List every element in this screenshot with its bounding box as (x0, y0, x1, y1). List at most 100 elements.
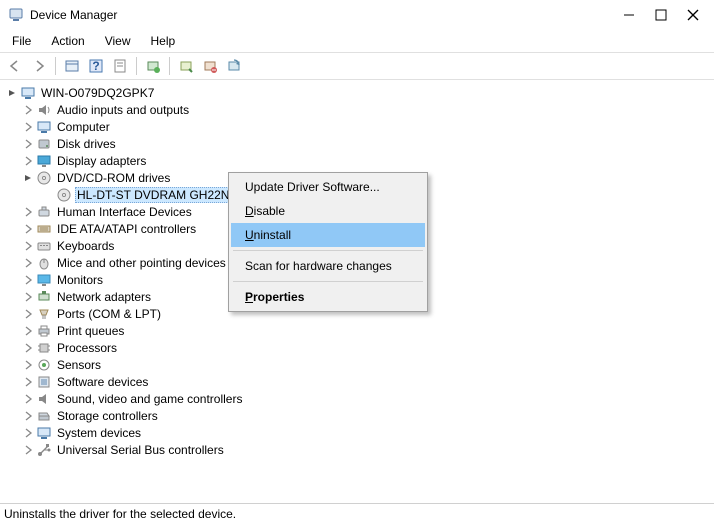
expand-icon[interactable] (20, 136, 36, 152)
tree-node-computer[interactable]: Computer (4, 118, 714, 135)
tree-node-audio[interactable]: Audio inputs and outputs (4, 101, 714, 118)
window-title: Device Manager (30, 8, 622, 22)
tree-label: Sensors (55, 358, 103, 372)
collapse-icon[interactable] (4, 85, 20, 101)
expand-icon[interactable] (20, 408, 36, 424)
printer-icon (36, 323, 52, 339)
status-text: Uninstalls the driver for the selected d… (4, 507, 236, 521)
tree-label: Print queues (55, 324, 126, 338)
tree-label: DVD/CD-ROM drives (55, 171, 172, 185)
close-button[interactable] (686, 8, 700, 22)
context-scan-hardware[interactable]: Scan for hardware changes (231, 254, 425, 278)
context-update-driver[interactable]: Update Driver Software... (231, 175, 425, 199)
tree-root-label: WIN-O079DQ2GPK7 (39, 86, 156, 100)
tree-label: Keyboards (55, 239, 116, 253)
toolbar-separator (136, 57, 137, 75)
forward-button[interactable] (28, 55, 50, 77)
menu-file[interactable]: File (4, 32, 39, 50)
expand-icon[interactable] (20, 340, 36, 356)
context-separator (233, 250, 423, 251)
menu-view[interactable]: View (97, 32, 139, 50)
monitor-icon (36, 272, 52, 288)
tree-root[interactable]: WIN-O079DQ2GPK7 (4, 84, 714, 101)
context-uninstall[interactable]: Uninstall (231, 223, 425, 247)
tree-label: Monitors (55, 273, 105, 287)
toolbar-separator (169, 57, 170, 75)
expand-icon[interactable] (20, 204, 36, 220)
tree-label: Sound, video and game controllers (55, 392, 244, 406)
tree-label: Human Interface Devices (55, 205, 194, 219)
toolbar-separator (55, 57, 56, 75)
window-controls (622, 8, 706, 22)
titlebar: Device Manager (0, 0, 714, 30)
show-hidden-button[interactable] (61, 55, 83, 77)
expand-icon[interactable] (20, 323, 36, 339)
scan-hardware-button[interactable] (223, 55, 245, 77)
software-icon (36, 374, 52, 390)
update-driver-button[interactable] (142, 55, 164, 77)
tree-node-software[interactable]: Software devices (4, 373, 714, 390)
tree-label: Universal Serial Bus controllers (55, 443, 226, 457)
tree-node-disk[interactable]: Disk drives (4, 135, 714, 152)
tree-node-display[interactable]: Display adapters (4, 152, 714, 169)
expand-icon[interactable] (20, 221, 36, 237)
tree-node-processors[interactable]: Processors (4, 339, 714, 356)
port-icon (36, 306, 52, 322)
mouse-icon (36, 255, 52, 271)
tree-label: Software devices (55, 375, 150, 389)
expand-icon[interactable] (20, 374, 36, 390)
expand-icon[interactable] (20, 272, 36, 288)
help-button[interactable]: ? (85, 55, 107, 77)
tree-label: Computer (55, 120, 112, 134)
maximize-button[interactable] (654, 8, 668, 22)
tree-label: Disk drives (55, 137, 118, 151)
properties-button[interactable] (109, 55, 131, 77)
uninstall-button[interactable] (199, 55, 221, 77)
context-menu: Update Driver Software... Disable Uninst… (228, 172, 428, 312)
expand-icon[interactable] (20, 102, 36, 118)
expand-icon[interactable] (20, 238, 36, 254)
network-icon (36, 289, 52, 305)
expand-icon[interactable] (20, 119, 36, 135)
tree-label: Mice and other pointing devices (55, 256, 228, 270)
processor-icon (36, 340, 52, 356)
tree-label: Storage controllers (55, 409, 160, 423)
ide-icon (36, 221, 52, 237)
computer-icon (20, 85, 36, 101)
tree-label: Display adapters (55, 154, 148, 168)
expand-icon[interactable] (20, 391, 36, 407)
menu-action[interactable]: Action (43, 32, 92, 50)
menu-help[interactable]: Help (143, 32, 184, 50)
toolbar: ? (0, 52, 714, 80)
tree-node-usb[interactable]: Universal Serial Bus controllers (4, 441, 714, 458)
expand-icon[interactable] (20, 357, 36, 373)
minimize-button[interactable] (622, 8, 636, 22)
expand-icon[interactable] (20, 255, 36, 271)
context-properties[interactable]: Properties (231, 285, 425, 309)
tree-node-storage[interactable]: Storage controllers (4, 407, 714, 424)
back-button[interactable] (4, 55, 26, 77)
computer-icon (36, 119, 52, 135)
expand-icon[interactable] (20, 425, 36, 441)
context-disable[interactable]: Disable (231, 199, 425, 223)
collapse-icon[interactable] (20, 170, 36, 186)
tree-label: IDE ATA/ATAPI controllers (55, 222, 198, 236)
tree-node-system[interactable]: System devices (4, 424, 714, 441)
tree-label: HL-DT-ST DVDRAM GH22NS (75, 187, 239, 203)
expand-icon[interactable] (20, 153, 36, 169)
tree-node-sensors[interactable]: Sensors (4, 356, 714, 373)
expand-icon[interactable] (20, 306, 36, 322)
dvd-icon (36, 170, 52, 186)
expand-icon[interactable] (20, 442, 36, 458)
tree-label: Ports (COM & LPT) (55, 307, 163, 321)
tree-label: Processors (55, 341, 119, 355)
enable-button[interactable] (175, 55, 197, 77)
tree-node-sound[interactable]: Sound, video and game controllers (4, 390, 714, 407)
tree-node-printqueues[interactable]: Print queues (4, 322, 714, 339)
tree-label: Network adapters (55, 290, 153, 304)
dvd-icon (56, 187, 72, 203)
expand-icon[interactable] (20, 289, 36, 305)
menubar: File Action View Help (0, 30, 714, 52)
storage-icon (36, 408, 52, 424)
device-manager-icon (8, 7, 24, 23)
